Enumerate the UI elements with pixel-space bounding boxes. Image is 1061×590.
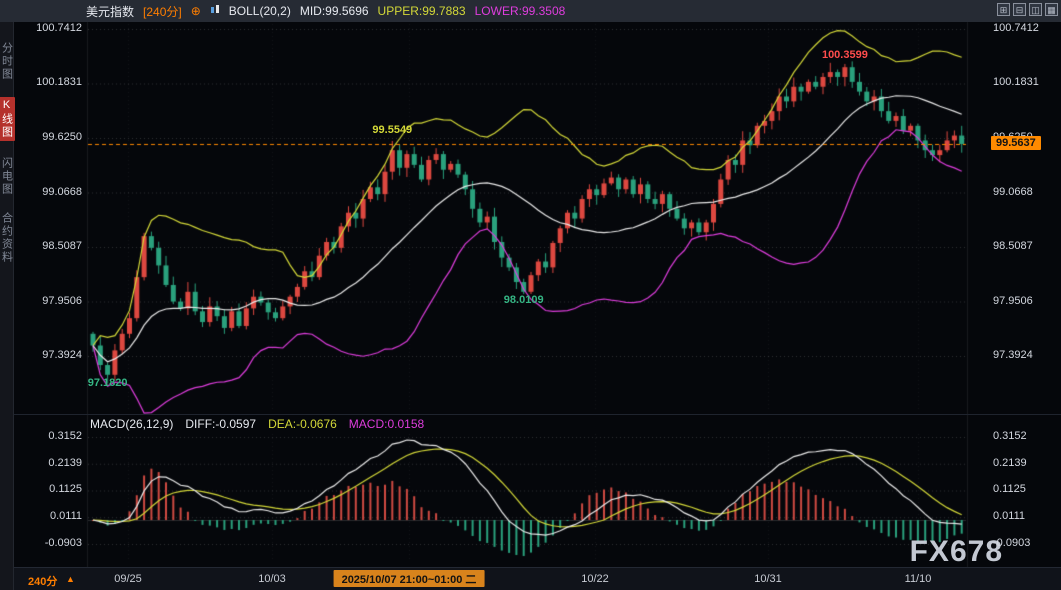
macd-indicator-label: MACD(26,12,9): [90, 417, 173, 431]
crosshair-time-badge: 2025/10/07 21:00~01:00 二: [334, 570, 485, 587]
price-axis-label-left: 99.6250: [16, 131, 82, 143]
price-axis-label-right: 97.9506: [993, 295, 1033, 307]
date-axis-label: 10/31: [754, 573, 782, 585]
price-axis-label-right: 100.1831: [993, 76, 1039, 88]
macd-value: MACD:0.0158: [349, 417, 424, 431]
macd-dea-value: DEA:-0.0676: [268, 417, 337, 431]
price-annotation: 97.1820: [88, 377, 128, 389]
time-axis-bar: 240分 ▲ 2025/10/07 21:00~01:00 二 09/25 10/…: [14, 567, 1061, 590]
price-axis-label-left: 97.9506: [16, 295, 82, 307]
panel-divider: [14, 414, 1061, 415]
sidebar-item-flash-chart[interactable]: 闪电图: [0, 157, 15, 196]
price-annotation: 99.5549: [372, 124, 412, 136]
sidebar-item-time-chart[interactable]: 分时图: [0, 42, 15, 81]
add-indicator-icon[interactable]: ⊕: [191, 4, 201, 18]
macd-axis-label-right: 0.0111: [993, 510, 1025, 522]
chart-header: 美元指数 [240分] ⊕ BOLL(20,2) MID:99.5696 UPP…: [0, 0, 1061, 22]
timeframe-label[interactable]: 240分: [28, 573, 57, 589]
macd-axis-label-left: 0.1125: [16, 483, 82, 495]
window-panel-icon[interactable]: ◫: [1029, 3, 1042, 16]
macd-axis-label-left: -0.0903: [16, 537, 82, 549]
macd-diff-value: DIFF:-0.0597: [185, 417, 256, 431]
macd-axis-label-right: 0.2139: [993, 457, 1027, 469]
boll-mid-value: MID:99.5696: [300, 4, 369, 18]
price-axis-label-left: 98.5087: [16, 240, 82, 252]
macd-axis-label-right: 0.3152: [993, 430, 1027, 442]
macd-axis-label-left: 0.0111: [16, 510, 82, 522]
chart-window: 美元指数 [240分] ⊕ BOLL(20,2) MID:99.5696 UPP…: [0, 0, 1061, 590]
macd-axis-label-right: 0.1125: [993, 483, 1026, 495]
brand-watermark: FX678: [910, 535, 1003, 569]
price-axis-label-left: 100.7412: [16, 22, 82, 34]
candlestick-icon[interactable]: [210, 4, 220, 18]
macd-axis-label-right: -0.0903: [993, 537, 1030, 549]
window-tile-icon[interactable]: ⊞: [997, 3, 1010, 16]
price-axis-label-right: 100.7412: [993, 22, 1039, 34]
window-grid-icon[interactable]: ▦: [1045, 3, 1058, 16]
boll-indicator-label: BOLL(20,2): [229, 4, 291, 18]
timeframe-dropdown-icon[interactable]: ▲: [66, 574, 75, 584]
price-axis-label-left: 97.3924: [16, 349, 82, 361]
date-axis-label: 10/03: [258, 573, 286, 585]
window-split-icon[interactable]: ⊟: [1013, 3, 1026, 16]
chart-type-sidebar: 分时图 K线图 闪电图 合约资料: [0, 22, 14, 590]
price-axis-label-right: 98.5087: [993, 240, 1033, 252]
boll-upper-value: UPPER:99.7883: [378, 4, 466, 18]
instrument-title: 美元指数: [86, 3, 134, 20]
date-axis-label: 09/25: [114, 573, 142, 585]
macd-header: MACD(26,12,9) DIFF:-0.0597 DEA:-0.0676 M…: [90, 417, 424, 431]
current-price-badge: 99.5637: [991, 136, 1041, 150]
price-annotation: 98.0109: [504, 294, 544, 306]
sidebar-item-candle-chart[interactable]: K线图: [0, 97, 15, 141]
interval-badge[interactable]: [240分]: [143, 3, 182, 20]
price-annotation: 100.3599: [822, 49, 868, 61]
macd-axis-label-left: 0.2139: [16, 457, 82, 469]
date-axis-label: 10/22: [581, 573, 609, 585]
macd-axis-label-left: 0.3152: [16, 430, 82, 442]
boll-lower-value: LOWER:99.3508: [475, 4, 566, 18]
sidebar-item-contract-info[interactable]: 合约资料: [0, 212, 15, 264]
date-axis-label: 11/10: [905, 573, 932, 585]
window-layout-icons: ⊞⊟◫▦: [997, 3, 1058, 16]
price-axis-label-left: 99.0668: [16, 186, 82, 198]
price-axis-label-right: 99.0668: [993, 186, 1033, 198]
price-axis-label-right: 97.3924: [993, 349, 1033, 361]
price-axis-label-left: 100.1831: [16, 76, 82, 88]
